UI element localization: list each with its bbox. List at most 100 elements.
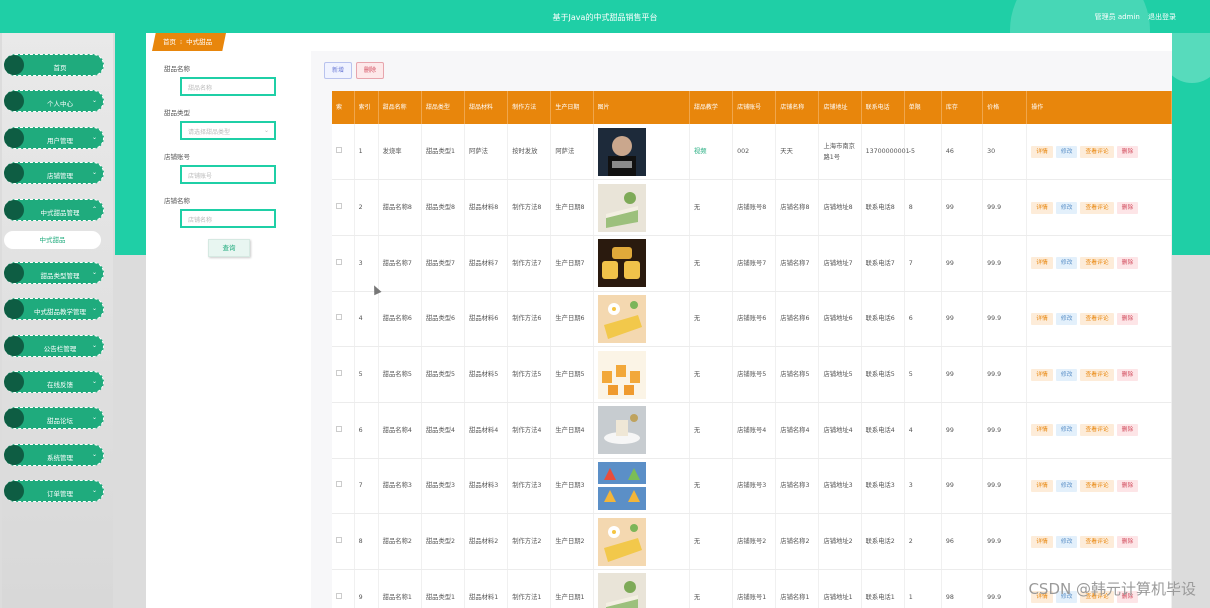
sidebar-item-label: 公告栏管理 — [43, 345, 77, 353]
row-checkbox[interactable] — [336, 425, 342, 432]
edit-button[interactable]: 修改 — [1055, 145, 1078, 158]
view-reviews-button[interactable]: 查看评论 — [1080, 257, 1114, 270]
view-reviews-button[interactable]: 查看评论 — [1080, 201, 1114, 214]
cell-limit: 4 — [904, 402, 942, 459]
sidebar-subitem-dessert[interactable]: 中式甜品 — [4, 231, 101, 249]
row-delete-button[interactable]: 删除 — [1116, 424, 1139, 437]
detail-button[interactable]: 详情 — [1031, 312, 1053, 325]
menu-dot-icon — [4, 91, 24, 111]
row-checkbox-cell — [332, 402, 355, 459]
detail-button[interactable]: 详情 — [1031, 368, 1053, 381]
cell-type: 甜品类型1 — [421, 124, 466, 181]
table-row: 1 发烧率 甜品类型1 阿萨法 按时发放 阿萨法 视频 002 天天 上海市南京路1号 137000… — [332, 124, 1172, 181]
cell-phone: 联系电话3 — [861, 458, 905, 515]
dessert-name-input[interactable]: 甜品名称 — [180, 77, 276, 96]
sidebar-item-7[interactable]: 公告栏管理 ⌄ — [4, 335, 104, 357]
edit-button[interactable]: 修改 — [1055, 424, 1078, 437]
row-checkbox[interactable] — [336, 203, 342, 210]
detail-button[interactable]: 详情 — [1031, 479, 1053, 492]
row-checkbox[interactable] — [336, 314, 342, 321]
row-delete-button[interactable]: 删除 — [1116, 312, 1139, 325]
cell-image — [593, 513, 690, 570]
edit-button[interactable]: 修改 — [1055, 479, 1078, 492]
edit-button[interactable]: 修改 — [1055, 368, 1078, 381]
detail-button[interactable]: 详情 — [1031, 535, 1053, 548]
cell-phone: 13700000001 — [861, 124, 910, 181]
column-header: 店铺地址 — [818, 91, 862, 124]
cell-shop: 店铺名称2 — [775, 513, 820, 570]
shop-account-input[interactable]: 店铺账号 — [180, 165, 276, 184]
row-checkbox[interactable] — [336, 258, 342, 265]
row-checkbox[interactable] — [336, 370, 342, 377]
dessert-image — [597, 127, 646, 176]
view-reviews-button[interactable]: 查看评论 — [1080, 312, 1114, 325]
view-reviews-button[interactable]: 查看评论 — [1080, 479, 1114, 492]
view-reviews-button[interactable]: 查看评论 — [1080, 145, 1114, 158]
search-label-shop: 店铺名称 — [164, 197, 190, 205]
row-checkbox-cell — [332, 513, 355, 570]
view-reviews-button[interactable]: 查看评论 — [1080, 424, 1114, 437]
logout-link[interactable]: 退出登录 — [1148, 13, 1176, 21]
cell-actions: 详情 修改 查看评论 删除 — [1026, 402, 1172, 459]
view-reviews-button[interactable]: 查看评论 — [1080, 535, 1114, 548]
delete-button[interactable]: 删除 — [356, 62, 384, 79]
cell-teach[interactable]: 视频 — [689, 124, 734, 181]
cell-actions: 详情 修改 查看评论 删除 — [1026, 235, 1172, 292]
shop-name-input[interactable]: 店铺名称 — [180, 209, 276, 228]
cell-idx: 4 — [354, 291, 379, 348]
cell-idx: 8 — [354, 513, 379, 570]
sidebar-item-2[interactable]: 用户管理 ⌄ — [4, 127, 104, 149]
row-checkbox[interactable] — [336, 537, 342, 544]
sidebar-item-label: 在线反馈 — [47, 381, 73, 389]
cell-stock: 99 — [941, 179, 984, 236]
detail-button[interactable]: 详情 — [1031, 257, 1053, 270]
sidebar-item-label: 系统管理 — [47, 454, 73, 462]
row-delete-button[interactable]: 删除 — [1116, 535, 1139, 548]
detail-button[interactable]: 详情 — [1031, 201, 1053, 214]
edit-button[interactable]: 修改 — [1055, 257, 1078, 270]
row-checkbox[interactable] — [336, 592, 342, 599]
cell-account: 店铺账号7 — [732, 235, 777, 292]
sidebar-item-4[interactable]: 中式甜品管理 ⌃ — [4, 199, 104, 221]
dessert-type-select[interactable]: 请选择甜品类型 ⌄ — [180, 121, 276, 140]
row-delete-button[interactable]: 删除 — [1116, 479, 1139, 492]
row-checkbox-cell — [332, 291, 355, 348]
sidebar-item-8[interactable]: 在线反馈 ⌄ — [4, 371, 104, 393]
column-header: 操作 — [1026, 91, 1172, 124]
search-button[interactable]: 查询 — [208, 239, 250, 257]
chevron-down-icon: ⌄ — [91, 97, 97, 104]
cell-type: 甜品类型2 — [421, 513, 466, 570]
sidebar-item-3[interactable]: 店铺管理 ⌄ — [4, 162, 104, 184]
row-delete-button[interactable]: 删除 — [1116, 201, 1139, 214]
sidebar-item-9[interactable]: 甜品论坛 ⌄ — [4, 407, 104, 429]
row-delete-button[interactable]: 删除 — [1116, 145, 1139, 158]
row-checkbox[interactable] — [336, 481, 342, 488]
view-reviews-button[interactable]: 查看评论 — [1080, 368, 1114, 381]
edit-button[interactable]: 修改 — [1055, 312, 1078, 325]
add-button[interactable]: 新增 — [324, 62, 352, 79]
sidebar-item-5[interactable]: 甜品类型管理 ⌄ — [4, 262, 104, 284]
breadcrumb-home[interactable]: 首页 — [163, 38, 176, 46]
cell-addr: 店铺地址5 — [818, 346, 862, 403]
cell-actions: 详情 修改 查看评论 删除 — [1026, 346, 1172, 403]
edit-button[interactable]: 修改 — [1055, 201, 1078, 214]
sidebar-item-1[interactable]: 个人中心 ⌄ — [4, 90, 104, 112]
row-delete-button[interactable]: 删除 — [1116, 368, 1139, 381]
search-label-account: 店铺账号 — [164, 153, 190, 161]
cell-phone: 联系电话2 — [861, 513, 905, 570]
sidebar-item-11[interactable]: 订单管理 ⌄ — [4, 480, 104, 502]
dessert-image — [597, 517, 646, 566]
cell-method: 制作方法4 — [507, 402, 552, 459]
edit-button[interactable]: 修改 — [1055, 535, 1078, 548]
row-delete-button[interactable]: 删除 — [1116, 257, 1139, 270]
cell-stock: 96 — [941, 513, 984, 570]
cell-price: 99.9 — [982, 346, 1028, 403]
row-checkbox[interactable] — [336, 147, 342, 154]
dessert-image — [597, 239, 646, 288]
sidebar-item-0[interactable]: 首页 — [4, 54, 104, 76]
detail-button[interactable]: 详情 — [1031, 424, 1053, 437]
detail-button[interactable]: 详情 — [1031, 145, 1053, 158]
sidebar-item-6[interactable]: 中式甜品教学管理 ⌄ — [4, 298, 104, 320]
user-name: 管理员 admin — [1094, 13, 1140, 21]
sidebar-item-10[interactable]: 系统管理 ⌄ — [4, 444, 104, 466]
